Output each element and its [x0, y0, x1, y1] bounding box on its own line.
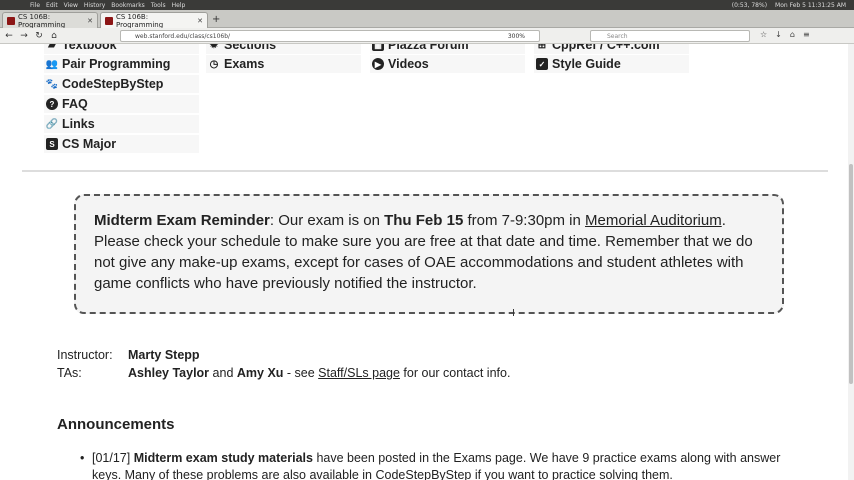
browser-tab[interactable]: CS 106B: Programming ✕ — [2, 12, 98, 29]
forum-icon: ▦ — [372, 44, 384, 51]
scrollbar[interactable] — [848, 44, 854, 480]
os-menu-item[interactable]: History — [84, 2, 105, 9]
announcement-title: Midterm exam study materials — [133, 451, 313, 465]
reminder-title: Midterm Exam Reminder — [94, 212, 270, 229]
os-top-bar: File Edit View History Bookmarks Tools Help (0… — [0, 0, 854, 10]
os-menu-item[interactable]: Tools — [151, 2, 166, 9]
link-icon: 🔗 — [45, 118, 59, 130]
search-placeholder: Search — [607, 32, 628, 40]
favicon-icon — [7, 16, 15, 25]
tab-label: CS 106B: Programming — [18, 12, 66, 29]
nav-link-codestepbystep[interactable]: 🐾 CodeStepByStep — [44, 75, 199, 93]
nav-link-faq[interactable]: ? FAQ — [44, 95, 199, 113]
divider — [22, 170, 828, 172]
reload-icon[interactable]: ↻ — [33, 30, 45, 42]
battery-status: (0:53, 78%) — [731, 1, 768, 9]
download-icon[interactable]: ↓ — [775, 30, 782, 39]
check-icon: ✓ — [536, 58, 548, 70]
zoom-level[interactable]: 300% — [508, 33, 525, 40]
app-menu: File Edit View History Bookmarks Tools Help — [30, 2, 185, 9]
staff-page-link[interactable]: Staff/SLs page — [318, 366, 400, 380]
bullet: • — [80, 451, 85, 465]
tab-label: CS 106B: Programming — [116, 12, 164, 29]
page-content: ▰ Textbook ✹ Sections ▦ Piazza Forum ⊞ C… — [0, 44, 854, 480]
os-menu-item[interactable]: Bookmarks — [111, 2, 145, 9]
instructor-label: Instructor: — [57, 348, 113, 362]
nav-link-sections[interactable]: ✹ Sections — [206, 44, 361, 54]
url-bar[interactable]: web.stanford.edu/class/cs106b/ 300% — [120, 30, 540, 42]
reference-icon: ⊞ — [537, 44, 547, 51]
clock-icon: ◷ — [209, 58, 219, 70]
nav-link-pair-programming[interactable]: 👥 Pair Programming — [44, 55, 199, 73]
new-tab-icon[interactable]: + — [212, 14, 220, 25]
cs-major-icon: S — [46, 138, 58, 150]
nav-link-piazza[interactable]: ▦ Piazza Forum — [370, 44, 525, 54]
nav-link-textbook[interactable]: ▰ Textbook — [44, 44, 199, 54]
location-link[interactable]: Memorial Auditorium — [585, 212, 722, 229]
exam-date: Thu Feb 15 — [384, 212, 464, 229]
os-menu-item[interactable]: Help — [172, 2, 186, 9]
clock: Mon Feb 5 11:31:25 AM — [775, 1, 846, 9]
ta-name: Ashley Taylor — [128, 366, 210, 380]
os-menu-item[interactable]: Edit — [46, 2, 58, 9]
tas-label: TAs: — [57, 366, 82, 380]
nav-link-links[interactable]: 🔗 Links — [44, 115, 199, 133]
browser-tab-active[interactable]: CS 106B: Programming ✕ — [100, 12, 208, 29]
tab-bar: CS 106B: Programming ✕ CS 106B: Programm… — [0, 10, 854, 29]
search-input[interactable]: Search — [590, 30, 750, 42]
url-text: web.stanford.edu/class/cs106b/ — [135, 32, 231, 40]
ta-name: Amy Xu — [236, 366, 284, 380]
close-icon[interactable]: ✕ — [197, 17, 203, 25]
forward-icon[interactable]: → — [18, 30, 30, 42]
scrollbar-thumb[interactable] — [849, 164, 853, 384]
instructor-name: Marty Stepp — [128, 348, 200, 362]
close-icon[interactable]: ✕ — [87, 17, 93, 25]
home-button-icon[interactable]: ⌂ — [790, 30, 795, 39]
play-icon: ▶ — [372, 58, 384, 70]
home-icon[interactable]: ⌂ — [48, 30, 60, 42]
os-menu-item[interactable]: File — [30, 2, 40, 9]
os-menu-item[interactable]: View — [64, 2, 78, 9]
favicon-icon — [105, 16, 113, 25]
back-icon[interactable]: ← — [3, 30, 15, 42]
question-icon: ? — [46, 98, 58, 110]
midterm-reminder-box: Midterm Exam Reminder: Our exam is on Th… — [74, 194, 784, 314]
menu-icon[interactable]: ≡ — [803, 30, 810, 39]
text-cursor-icon: I — [512, 308, 515, 319]
bookmark-icon[interactable]: ☆ — [760, 30, 767, 39]
codestep-icon: 🐾 — [45, 78, 59, 90]
nav-link-cppref[interactable]: ⊞ CppRef / C++.com — [534, 44, 689, 54]
nav-link-cs-major[interactable]: S CS Major — [44, 135, 199, 153]
navigation-bar: ← → ↻ ⌂ web.stanford.edu/class/cs106b/ 3… — [0, 28, 854, 44]
nav-link-exams[interactable]: ◷ Exams — [206, 55, 361, 73]
announcements-heading: Announcements — [57, 416, 175, 433]
sections-icon: ✹ — [209, 44, 219, 51]
nav-link-style-guide[interactable]: ✓ Style Guide — [534, 55, 689, 73]
book-icon: ▰ — [48, 44, 56, 51]
announcement-item: • [01/17] Midterm exam study materials h… — [80, 450, 800, 480]
nav-link-videos[interactable]: ▶ Videos — [370, 55, 525, 73]
announcement-date: [01/17] — [92, 451, 131, 465]
people-icon: 👥 — [45, 58, 59, 70]
